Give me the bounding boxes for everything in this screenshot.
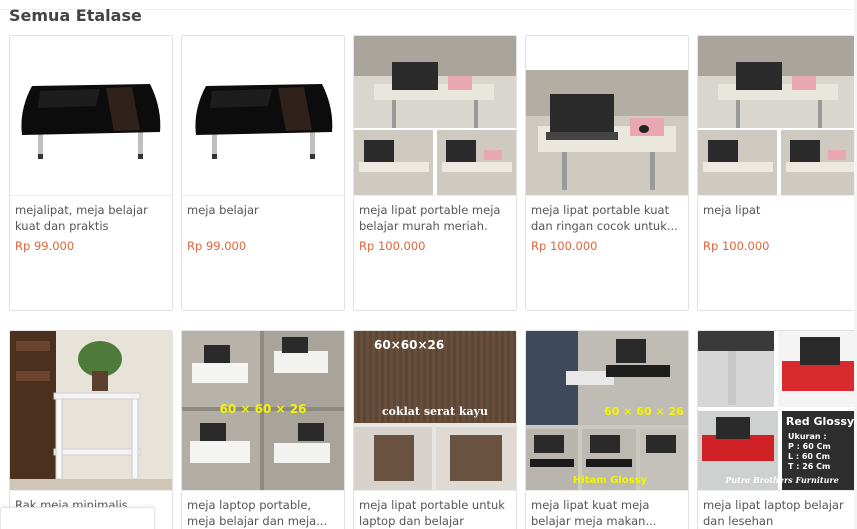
image-spec-text: T : 26 Cm	[788, 462, 830, 471]
product-name[interactable]: mejalipat, meja belajar kuat dan praktis	[10, 196, 172, 236]
product-image-white-table-collage[interactable]: 60 × 60 × 26	[182, 331, 344, 491]
product-card[interactable]: meja belajar Rp 99.000	[181, 35, 345, 311]
floating-corner-box	[0, 507, 155, 529]
product-image-red-glossy-collage[interactable]: Red Glossy Ukuran : P : 60 Cm L : 60 Cm …	[698, 331, 857, 491]
product-card[interactable]: 60 × 60 × 26 meja laptop portable, meja …	[181, 330, 345, 529]
product-price: Rp 99.000	[15, 239, 75, 253]
image-spec-text: L : 60 Cm	[788, 452, 830, 461]
product-card[interactable]: mejalipat, meja belajar kuat dan praktis…	[9, 35, 173, 311]
image-spec-text: Ukuran :	[788, 432, 827, 441]
product-image-laptop-table-collage[interactable]	[354, 36, 516, 196]
product-name[interactable]: meja laptop portable, meja belajar dan m…	[182, 491, 344, 529]
image-spec-text: P : 60 Cm	[788, 442, 831, 451]
product-image-laptop-table-single[interactable]	[526, 36, 688, 196]
image-brand-text: Putra Brothers Furniture	[724, 475, 838, 485]
product-card[interactable]: meja lipat Rp 100.000	[697, 35, 857, 311]
image-size-text: 60 × 60 × 26	[220, 402, 307, 416]
product-name[interactable]: meja belajar	[182, 196, 344, 236]
product-price: Rp 100.000	[703, 239, 770, 253]
product-image-black-table[interactable]	[10, 36, 172, 196]
product-image-black-table[interactable]	[182, 36, 344, 196]
product-price: Rp 100.000	[531, 239, 598, 253]
product-image-laptop-table-collage[interactable]	[698, 36, 857, 196]
product-name[interactable]: meja lipat laptop belajar dan lesehan	[698, 491, 857, 529]
product-card[interactable]: Red Glossy Ukuran : P : 60 Cm L : 60 Cm …	[697, 330, 857, 529]
product-image-shelf-rack[interactable]	[10, 331, 172, 491]
product-image-person-laptop-collage[interactable]: 60 × 60 × 26 Hitam Glossy	[526, 331, 688, 491]
image-caption-text: Hitam Glossy	[573, 475, 648, 486]
image-size-text: 60×60×26	[374, 338, 444, 352]
product-name[interactable]: meja lipat kuat meja belajar meja makan.…	[526, 491, 688, 529]
image-size-text: 60 × 60 × 26	[604, 405, 684, 418]
product-card[interactable]: 60 × 60 × 26 Hitam Glossy meja lipat kua…	[525, 330, 689, 529]
image-title-text: Red Glossy	[786, 415, 854, 428]
product-name[interactable]: meja lipat portable untuk laptop dan bel…	[354, 491, 516, 529]
section-title: Semua Etalase	[9, 6, 142, 25]
image-caption-text: coklat serat kayu	[382, 405, 488, 418]
product-image-wood-table-collage[interactable]: 60×60×26 coklat serat kayu	[354, 331, 516, 491]
product-price: Rp 99.000	[187, 239, 247, 253]
product-price: Rp 100.000	[359, 239, 426, 253]
product-name[interactable]: meja lipat portable meja belajar murah m…	[354, 196, 516, 236]
product-name[interactable]: meja lipat	[698, 196, 857, 236]
product-name[interactable]: meja lipat portable kuat dan ringan coco…	[526, 196, 688, 236]
product-card[interactable]: meja lipat portable kuat dan ringan coco…	[525, 35, 689, 311]
product-card[interactable]: 60×60×26 coklat serat kayu meja lipat po…	[353, 330, 517, 529]
product-card[interactable]: Rak meja minimalis	[9, 330, 173, 529]
product-card[interactable]: meja lipat portable meja belajar murah m…	[353, 35, 517, 311]
